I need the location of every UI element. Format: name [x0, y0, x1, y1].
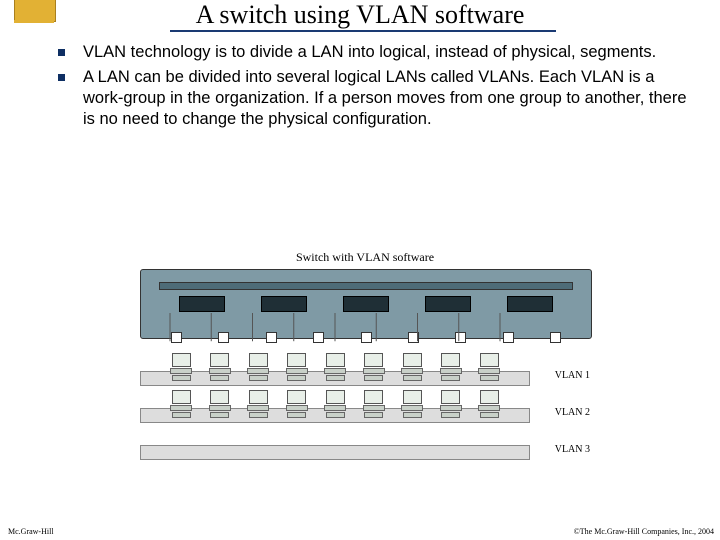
- footer-right: ©The Mc.Graw-Hill Companies, Inc., 2004: [574, 527, 714, 536]
- switch-port: [503, 332, 514, 343]
- computer-icon: [209, 390, 231, 421]
- switch-port: [171, 332, 182, 343]
- bullet-text: A LAN can be divided into several logica…: [83, 67, 696, 130]
- lan-row: VLAN 2: [140, 390, 590, 422]
- computer-icon: [440, 353, 462, 384]
- pc-row: [170, 353, 500, 384]
- lan-label: VLAN 1: [555, 370, 590, 381]
- lan-row: VLAN 3: [140, 427, 590, 459]
- lan-label: VLAN 2: [555, 407, 590, 418]
- switch-port: [313, 332, 324, 343]
- computer-icon: [363, 353, 385, 384]
- switch-slot: [179, 296, 225, 312]
- switch-box: [140, 269, 592, 339]
- switch-inner-bar: [159, 282, 573, 290]
- computer-icon: [324, 390, 346, 421]
- lan-stack: VLAN 1 VLAN 2 VLAN 3: [140, 353, 590, 459]
- pc-row: [170, 390, 500, 421]
- switch-slot: [261, 296, 307, 312]
- switch-port: [408, 332, 419, 343]
- switch-port: [361, 332, 372, 343]
- switch-slot: [425, 296, 471, 312]
- bullet-item: VLAN technology is to divide a LAN into …: [58, 42, 696, 63]
- bullet-item: A LAN can be divided into several logica…: [58, 67, 696, 130]
- computer-icon: [363, 390, 385, 421]
- switch-port: [218, 332, 229, 343]
- figure: Switch with VLAN software VLAN 1VLAN 2VL…: [140, 250, 590, 464]
- switch-slot-row: [179, 296, 553, 310]
- switch-port: [455, 332, 466, 343]
- switch-port: [550, 332, 561, 343]
- figure-caption: Switch with VLAN software: [140, 250, 590, 265]
- computer-icon: [247, 353, 269, 384]
- switch-slot: [507, 296, 553, 312]
- slide: A switch using VLAN software VLAN techno…: [0, 0, 720, 540]
- computer-icon: [478, 390, 500, 421]
- computer-icon: [209, 353, 231, 384]
- computer-icon: [247, 390, 269, 421]
- bullet-square-icon: [58, 49, 65, 56]
- bullet-square-icon: [58, 74, 65, 81]
- computer-icon: [440, 390, 462, 421]
- computer-icon: [286, 353, 308, 384]
- computer-icon: [170, 390, 192, 421]
- computer-icon: [401, 390, 423, 421]
- switch-port: [266, 332, 277, 343]
- lan-label: VLAN 3: [555, 444, 590, 455]
- computer-icon: [478, 353, 500, 384]
- switch-port-row: [171, 332, 561, 343]
- bullet-text: VLAN technology is to divide a LAN into …: [83, 42, 656, 63]
- computer-icon: [401, 353, 423, 384]
- bullet-list: VLAN technology is to divide a LAN into …: [58, 42, 696, 134]
- lan-band: [140, 445, 530, 460]
- computer-icon: [324, 353, 346, 384]
- switch-slot: [343, 296, 389, 312]
- lan-row: VLAN 1: [140, 353, 590, 385]
- footer-left: Mc.Graw-Hill: [8, 527, 54, 536]
- computer-icon: [170, 353, 192, 384]
- title-underline: [170, 30, 556, 32]
- computer-icon: [286, 390, 308, 421]
- slide-title: A switch using VLAN software: [0, 0, 720, 30]
